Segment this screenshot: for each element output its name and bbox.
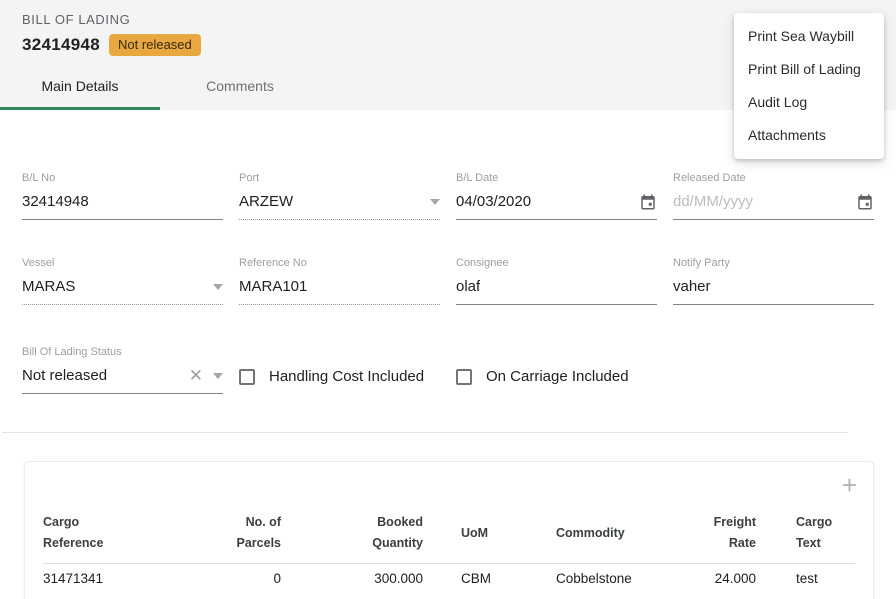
- chevron-down-icon[interactable]: [430, 199, 440, 205]
- bill-of-lading-number: 32414948: [22, 35, 100, 55]
- cargo-table: CargoReference No. ofParcels BookedQuant…: [43, 512, 855, 594]
- status-badge: Not released: [109, 34, 201, 56]
- released-date-field[interactable]: Released Date dd/MM/yyyy: [673, 172, 874, 220]
- col-no-of-parcels: No. ofParcels: [203, 512, 281, 564]
- tab-comments[interactable]: Comments: [160, 67, 320, 110]
- notify-party-label: Notify Party: [673, 257, 874, 270]
- on-carriage-checkbox[interactable]: [456, 369, 472, 385]
- bl-date-label: B/L Date: [456, 172, 657, 185]
- on-carriage-label: On Carriage Included: [486, 368, 629, 385]
- bl-no-field[interactable]: B/L No 32414948: [22, 172, 223, 220]
- notify-party-field[interactable]: Notify Party vaher: [673, 257, 874, 305]
- chevron-down-icon[interactable]: [213, 373, 223, 379]
- cell-freight-rate: 24.000: [696, 564, 756, 594]
- reference-no-value: MARA101: [239, 278, 307, 295]
- calendar-icon[interactable]: [639, 193, 657, 211]
- cargo-table-header-row: CargoReference No. ofParcels BookedQuant…: [43, 512, 855, 564]
- port-select[interactable]: Port ARZEW: [239, 172, 440, 220]
- menu-item-print-sea-waybill[interactable]: Print Sea Waybill: [734, 20, 884, 53]
- col-commodity: Commodity: [556, 512, 696, 564]
- menu-item-audit-log[interactable]: Audit Log: [734, 86, 884, 119]
- handling-cost-checkbox-group: Handling Cost Included: [239, 366, 440, 387]
- port-value: ARZEW: [239, 193, 293, 210]
- notify-party-value: vaher: [673, 278, 711, 295]
- clear-icon[interactable]: ✕: [189, 367, 203, 384]
- vessel-label: Vessel: [22, 257, 223, 270]
- vessel-select[interactable]: Vessel MARAS: [22, 257, 223, 305]
- bill-of-lading-status-select[interactable]: Bill Of Lading Status Not released ✕: [22, 346, 223, 394]
- consignee-label: Consignee: [456, 257, 657, 270]
- released-date-label: Released Date: [673, 172, 874, 185]
- handling-cost-label: Handling Cost Included: [269, 368, 424, 385]
- tab-bar: Main Details Comments: [0, 67, 320, 110]
- vessel-value: MARAS: [22, 278, 75, 295]
- cell-cargo-text: test: [756, 564, 855, 594]
- cell-commodity: Cobbelstone: [556, 564, 696, 594]
- bl-date-value: 04/03/2020: [456, 193, 531, 210]
- cell-no-of-parcels: 0: [203, 564, 281, 594]
- calendar-icon[interactable]: [856, 193, 874, 211]
- menu-item-print-bill-of-lading[interactable]: Print Bill of Lading: [734, 53, 884, 86]
- bl-no-label: B/L No: [22, 172, 223, 185]
- chevron-down-icon[interactable]: [213, 284, 223, 290]
- cargo-card: + CargoReference No. ofParcels BookedQua…: [24, 461, 874, 599]
- cell-cargo-reference: 31471341: [43, 564, 203, 594]
- reference-no-field[interactable]: Reference No MARA101: [239, 257, 440, 305]
- consignee-field[interactable]: Consignee olaf: [456, 257, 657, 305]
- handling-cost-checkbox[interactable]: [239, 369, 255, 385]
- bl-no-value: 32414948: [22, 193, 89, 210]
- cell-uom: CBM: [423, 564, 556, 594]
- add-cargo-button[interactable]: +: [842, 474, 857, 496]
- cargo-table-row[interactable]: 31471341 0 300.000 CBM Cobbelstone 24.00…: [43, 564, 855, 594]
- tab-main-details[interactable]: Main Details: [0, 67, 160, 110]
- col-cargo-text: CargoText: [756, 512, 855, 564]
- col-uom: UoM: [423, 512, 556, 564]
- col-freight-rate: FreightRate: [696, 512, 756, 564]
- menu-item-attachments[interactable]: Attachments: [734, 119, 884, 152]
- bl-date-field[interactable]: B/L Date 04/03/2020: [456, 172, 657, 220]
- released-date-placeholder: dd/MM/yyyy: [673, 193, 753, 210]
- status-value: Not released: [22, 367, 107, 384]
- actions-dropdown-menu: Print Sea Waybill Print Bill of Lading A…: [734, 13, 884, 159]
- section-divider: [2, 432, 848, 433]
- port-label: Port: [239, 172, 440, 185]
- col-cargo-reference: CargoReference: [43, 512, 203, 564]
- cell-booked-quantity: 300.000: [281, 564, 423, 594]
- consignee-value: olaf: [456, 278, 480, 295]
- status-label: Bill Of Lading Status: [22, 346, 223, 359]
- col-booked-quantity: BookedQuantity: [281, 512, 423, 564]
- on-carriage-checkbox-group: On Carriage Included: [456, 366, 657, 387]
- reference-no-label: Reference No: [239, 257, 440, 270]
